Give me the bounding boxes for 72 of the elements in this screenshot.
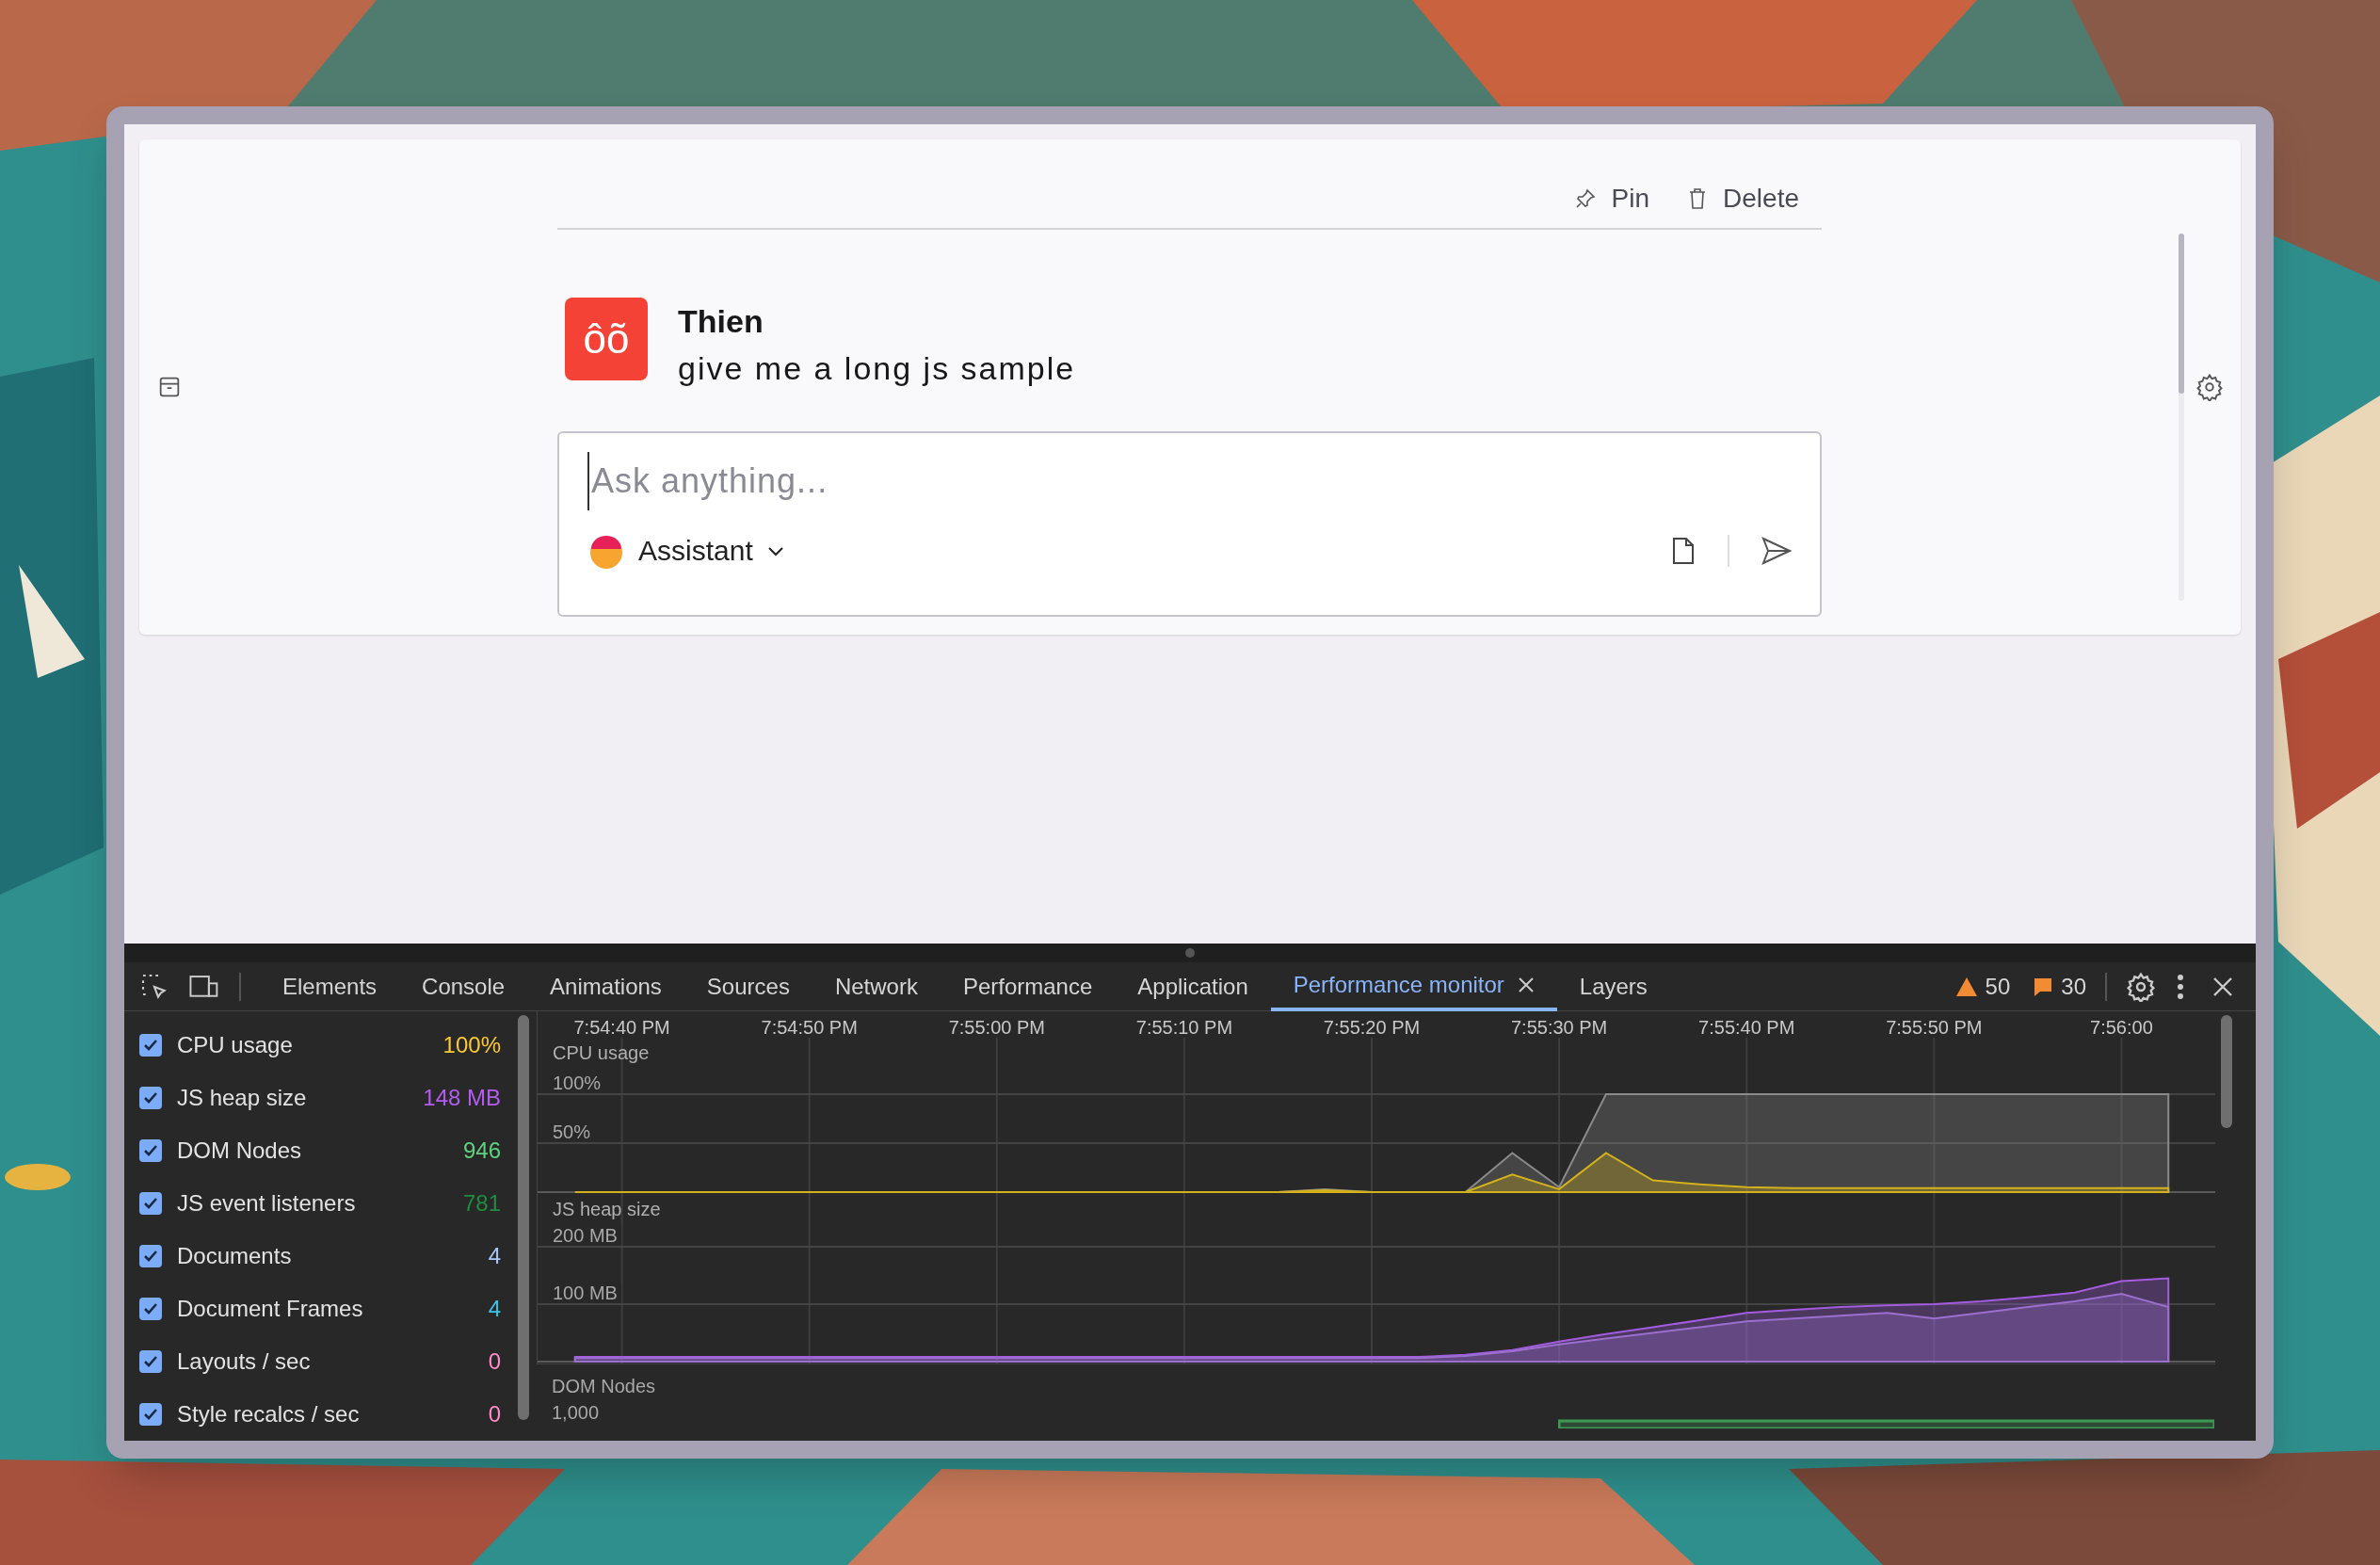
resize-handle[interactable] <box>1185 948 1195 958</box>
time-label: 7:55:40 PM <box>1698 1016 1795 1040</box>
scrollbar-thumb[interactable] <box>2179 234 2184 394</box>
chart-title: JS heap size <box>553 1200 661 1218</box>
axis-label: 200 MB <box>553 1226 621 1245</box>
warning-count[interactable]: 50 <box>1954 969 2011 1004</box>
axis-label: 100 MB <box>553 1283 621 1302</box>
metric-name: JS heap size <box>177 1084 307 1112</box>
metric-value: 100% <box>442 1031 501 1059</box>
time-label: 7:56:00 <box>2090 1016 2153 1040</box>
author-name: Thien <box>678 302 764 341</box>
message-icon <box>2033 976 2054 997</box>
metric-checkbox[interactable] <box>139 1350 162 1373</box>
devtools-tab[interactable]: Layers <box>1556 961 1670 1011</box>
chart-title: CPU usage <box>553 1043 650 1062</box>
metric-name: Document Frames <box>177 1295 363 1323</box>
metric-name: JS event listeners <box>177 1189 356 1218</box>
time-label: 7:55:20 PM <box>1323 1016 1421 1040</box>
time-label: 7:55:30 PM <box>1511 1016 1608 1040</box>
scrollbar-thumb[interactable] <box>518 1015 529 1420</box>
error-number: 30 <box>2061 972 2086 1001</box>
time-label: 7:54:50 PM <box>761 1016 858 1040</box>
metric-value: 4 <box>488 1295 501 1323</box>
metric-checkbox[interactable] <box>139 1245 162 1267</box>
time-label: 7:55:00 PM <box>948 1016 1045 1040</box>
devtools-tab[interactable]: Console <box>399 961 528 1011</box>
metric-name: Style recalcs / sec <box>177 1400 360 1428</box>
warning-icon <box>1954 976 1978 997</box>
devtools-tab[interactable]: Performance <box>940 961 1116 1011</box>
metric-value: 946 <box>462 1137 501 1165</box>
pin-button[interactable]: Pin <box>1573 179 1650 218</box>
devtools-tab[interactable]: Animations <box>527 961 684 1011</box>
metric-value: 148 MB <box>423 1084 501 1112</box>
user-avatar: ôõ <box>565 298 648 380</box>
message-input[interactable]: Ask anything... <box>587 452 1792 510</box>
close-icon[interactable] <box>2212 976 2233 997</box>
message-text: give me a long js sample <box>678 349 1076 388</box>
error-count[interactable]: 30 <box>2033 969 2086 1004</box>
assistant-selector[interactable]: Assistant <box>587 529 785 572</box>
metric-value: 4 <box>488 1242 501 1270</box>
metric-checkbox[interactable] <box>139 1403 162 1426</box>
metric-value: 0 <box>488 1347 501 1376</box>
devtools-tab[interactable]: Performance monitor <box>1270 961 1557 1011</box>
devtools-tab[interactable]: Elements <box>260 961 400 1011</box>
metric-checkbox[interactable] <box>139 1139 162 1162</box>
warning-number: 50 <box>1985 972 2011 1001</box>
axis-label: 1,000 <box>552 1401 600 1425</box>
metric-name: Documents <box>177 1242 292 1270</box>
scrollbar-thumb[interactable] <box>2221 1015 2232 1128</box>
more-icon[interactable] <box>2177 973 2184 1000</box>
file-icon[interactable] <box>1671 536 1696 565</box>
metric-value: 0 <box>488 1400 501 1428</box>
devtools-tab[interactable]: Sources <box>683 961 812 1011</box>
time-label: 7:55:50 PM <box>1886 1016 1983 1040</box>
send-icon[interactable] <box>1761 536 1792 565</box>
metric-checkbox[interactable] <box>139 1298 162 1320</box>
time-label: 7:54:40 PM <box>573 1016 670 1040</box>
metric-checkbox[interactable] <box>139 1034 162 1057</box>
devtools-tab[interactable]: Application <box>1115 961 1271 1011</box>
metric-name: DOM Nodes <box>177 1137 302 1165</box>
close-icon[interactable] <box>1517 976 1535 993</box>
metric-name: Layouts / sec <box>177 1347 311 1376</box>
time-label: 7:55:10 PM <box>1135 1016 1233 1040</box>
message-field[interactable]: Ask anything... Assistant <box>557 431 1822 617</box>
settings-icon[interactable] <box>2195 373 2224 401</box>
delete-button[interactable]: Delete <box>1687 179 1799 218</box>
metric-name: CPU usage <box>177 1031 293 1059</box>
devtools-tab[interactable]: Network <box>812 961 941 1011</box>
chart-title: DOM Nodes <box>552 1375 656 1398</box>
metric-value: 781 <box>462 1189 501 1218</box>
metric-checkbox[interactable] <box>139 1192 162 1215</box>
metric-checkbox[interactable] <box>139 1087 162 1109</box>
